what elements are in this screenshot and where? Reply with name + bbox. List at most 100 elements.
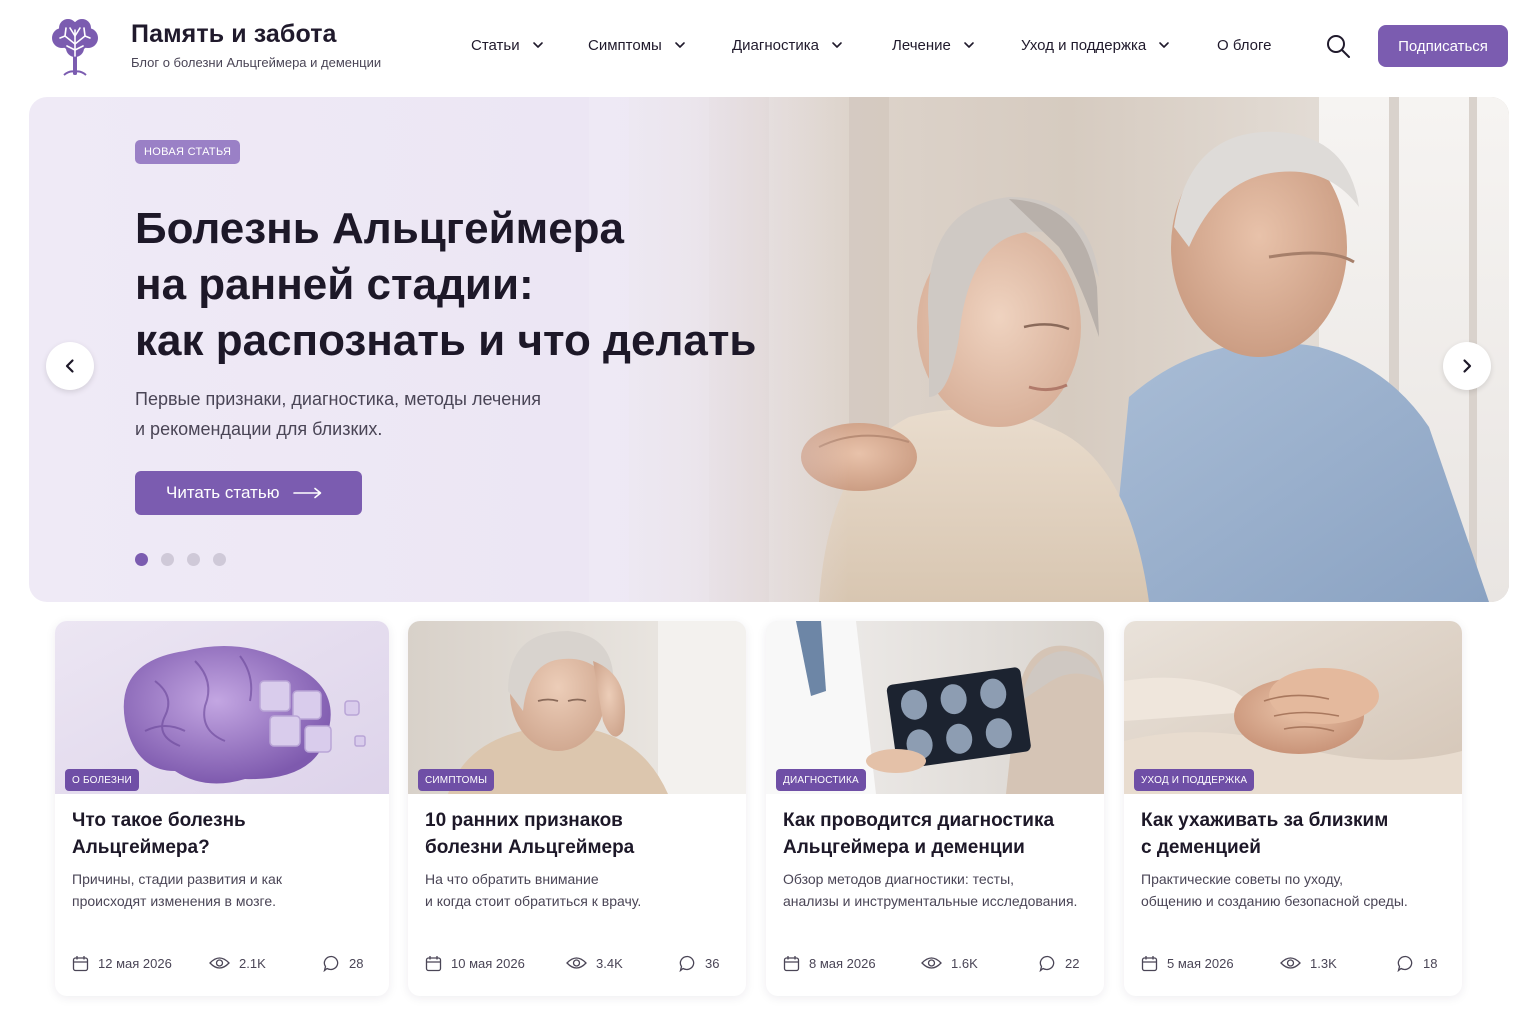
nav-label: Уход и поддержка bbox=[1021, 36, 1147, 54]
new-article-badge: НОВАЯ СТАТЬЯ bbox=[135, 140, 241, 164]
card-desc-line: Причины, стадии развития и как bbox=[72, 871, 282, 887]
card-date-text: 8 мая 2026 bbox=[809, 955, 876, 971]
chevron-left-icon bbox=[65, 359, 74, 373]
site-header: Память и забота Блог о болезни Альцгейме… bbox=[0, 0, 1536, 92]
card-desc-line: Обзор методов диагностики: тесты, bbox=[783, 871, 1015, 887]
card-views: 2.1K bbox=[209, 953, 266, 973]
card-comments-text: 36 bbox=[705, 955, 720, 971]
card-title-line: с деменцией bbox=[1141, 837, 1261, 858]
nav-item-articles[interactable]: Статьи bbox=[471, 34, 544, 56]
brand-subtitle: Блог о болезни Альцгеймера и деменции bbox=[131, 55, 382, 70]
slider-dots bbox=[135, 553, 226, 566]
hero-title-line: Болезнь Альцгеймера bbox=[135, 204, 625, 253]
comment-icon bbox=[679, 955, 695, 972]
article-card[interactable]: О БОЛЕЗНИ Что такое болезнь Альцгеймера?… bbox=[55, 621, 389, 996]
brain-tree-logo-icon[interactable] bbox=[44, 16, 106, 78]
card-desc-line: общению и созданию безопасной среды. bbox=[1141, 893, 1408, 909]
card-desc-line: анализы и инструментальные исследования. bbox=[783, 893, 1078, 909]
chevron-down-icon bbox=[1159, 42, 1170, 48]
chevron-down-icon bbox=[832, 42, 842, 48]
card-description: На что обратить внимание и когда стоит о… bbox=[425, 868, 740, 912]
hero-title-line: как распознать и что делать bbox=[135, 316, 757, 365]
article-card[interactable]: УХОД И ПОДДЕРЖКА Как ухаживать за близки… bbox=[1124, 621, 1462, 996]
card-title-line: Альцгеймера? bbox=[72, 837, 210, 858]
slider-prev-button[interactable] bbox=[46, 342, 94, 390]
calendar-icon bbox=[72, 955, 89, 971]
hero-title-line: на ранней стадии: bbox=[135, 260, 534, 309]
hero-slider: НОВАЯ СТАТЬЯ Болезнь Альцгеймера на ранн… bbox=[29, 97, 1509, 602]
nav-item-care[interactable]: Уход и поддержка bbox=[1021, 34, 1170, 56]
card-description: Практические советы по уходу, общению и … bbox=[1141, 868, 1456, 912]
chevron-down-icon bbox=[532, 42, 543, 48]
card-category-tag[interactable]: О БОЛЕЗНИ bbox=[65, 769, 139, 791]
read-article-button[interactable]: Читать статью bbox=[135, 471, 362, 515]
search-icon[interactable] bbox=[1324, 32, 1352, 60]
card-desc-line: происходят изменения в мозге. bbox=[72, 893, 277, 909]
article-card[interactable]: СИМПТОМЫ 10 ранних признаков болезни Аль… bbox=[408, 621, 746, 996]
card-date-text: 10 мая 2026 bbox=[451, 955, 525, 971]
card-title[interactable]: Как ухаживать за близким с деменцией bbox=[1141, 807, 1451, 861]
card-meta: 5 мая 2026 1.3K 18 bbox=[1141, 953, 1441, 973]
nav-label: Лечение bbox=[892, 36, 951, 54]
slider-dot-2[interactable] bbox=[161, 553, 174, 566]
card-comments[interactable]: 22 bbox=[1039, 953, 1079, 973]
card-views: 1.6K bbox=[921, 953, 978, 973]
nav-item-treatment[interactable]: Лечение bbox=[892, 34, 975, 56]
card-meta: 10 мая 2026 3.4K 36 bbox=[425, 953, 725, 973]
slider-next-button[interactable] bbox=[1443, 342, 1491, 390]
hero-desc-line: Первые признаки, диагностика, методы леч… bbox=[135, 389, 542, 409]
card-views-text: 1.6K bbox=[951, 955, 978, 971]
card-title[interactable]: Как проводится диагностика Альцгеймера и… bbox=[783, 807, 1093, 861]
card-comments-text: 18 bbox=[1423, 955, 1438, 971]
card-date: 12 мая 2026 bbox=[72, 953, 172, 973]
card-title-line: Альцгеймера и деменции bbox=[783, 837, 1025, 858]
hero-description: Первые признаки, диагностика, методы леч… bbox=[135, 384, 541, 444]
hero-title[interactable]: Болезнь Альцгеймера на ранней стадии: ка… bbox=[135, 201, 756, 369]
slider-dot-1[interactable] bbox=[135, 553, 148, 566]
card-comments[interactable]: 18 bbox=[1397, 953, 1437, 973]
card-comments[interactable]: 28 bbox=[323, 953, 363, 973]
card-category-tag[interactable]: СИМПТОМЫ bbox=[418, 769, 495, 791]
nav-item-symptoms[interactable]: Симптомы bbox=[588, 34, 686, 56]
nav-label: Симптомы bbox=[588, 36, 662, 54]
card-views: 3.4K bbox=[566, 953, 623, 973]
slider-dot-4[interactable] bbox=[213, 553, 226, 566]
arrow-right-icon bbox=[293, 487, 322, 499]
eye-icon bbox=[209, 957, 230, 969]
card-desc-line: и когда стоит обратиться к врачу. bbox=[425, 893, 642, 909]
card-title-line: болезни Альцгеймера bbox=[425, 837, 635, 858]
article-card[interactable]: ДИАГНОСТИКА Как проводится диагностика А… bbox=[766, 621, 1104, 996]
card-date-text: 12 мая 2026 bbox=[98, 955, 172, 971]
card-title-line: Как ухаживать за близким bbox=[1141, 810, 1389, 831]
card-date: 8 мая 2026 bbox=[783, 953, 876, 973]
nav-label: Диагностика bbox=[732, 36, 819, 54]
card-views-text: 2.1K bbox=[239, 955, 266, 971]
calendar-icon bbox=[425, 955, 442, 971]
card-category-tag[interactable]: УХОД И ПОДДЕРЖКА bbox=[1134, 769, 1255, 791]
card-meta: 12 мая 2026 2.1K 28 bbox=[72, 953, 372, 973]
card-title[interactable]: Что такое болезнь Альцгеймера? bbox=[72, 807, 382, 861]
chevron-down-icon bbox=[964, 42, 974, 48]
card-comments[interactable]: 36 bbox=[679, 953, 719, 973]
card-description: Причины, стадии развития и как происходя… bbox=[72, 868, 387, 912]
nav-label: Статьи bbox=[471, 36, 520, 54]
card-views: 1.3K bbox=[1280, 953, 1337, 973]
card-comments-text: 28 bbox=[349, 955, 364, 971]
card-date-text: 5 мая 2026 bbox=[1167, 955, 1234, 971]
eye-icon bbox=[1280, 957, 1301, 969]
comment-icon bbox=[1397, 955, 1413, 972]
calendar-icon bbox=[783, 955, 800, 971]
nav-item-about[interactable]: О блоге bbox=[1217, 34, 1272, 56]
card-category-tag[interactable]: ДИАГНОСТИКА bbox=[776, 769, 866, 791]
card-views-text: 3.4K bbox=[596, 955, 623, 971]
brand-title[interactable]: Память и забота bbox=[131, 20, 337, 49]
subscribe-button[interactable]: Подписаться bbox=[1378, 25, 1508, 67]
card-description: Обзор методов диагностики: тесты, анализ… bbox=[783, 868, 1098, 912]
card-meta: 8 мая 2026 1.6K 22 bbox=[783, 953, 1083, 973]
nav-item-diagnostics[interactable]: Диагностика bbox=[732, 34, 843, 56]
card-views-text: 1.3K bbox=[1310, 955, 1337, 971]
card-desc-line: Практические советы по уходу, bbox=[1141, 871, 1343, 887]
eye-icon bbox=[566, 957, 587, 969]
slider-dot-3[interactable] bbox=[187, 553, 200, 566]
card-title[interactable]: 10 ранних признаков болезни Альцгеймера bbox=[425, 807, 735, 861]
